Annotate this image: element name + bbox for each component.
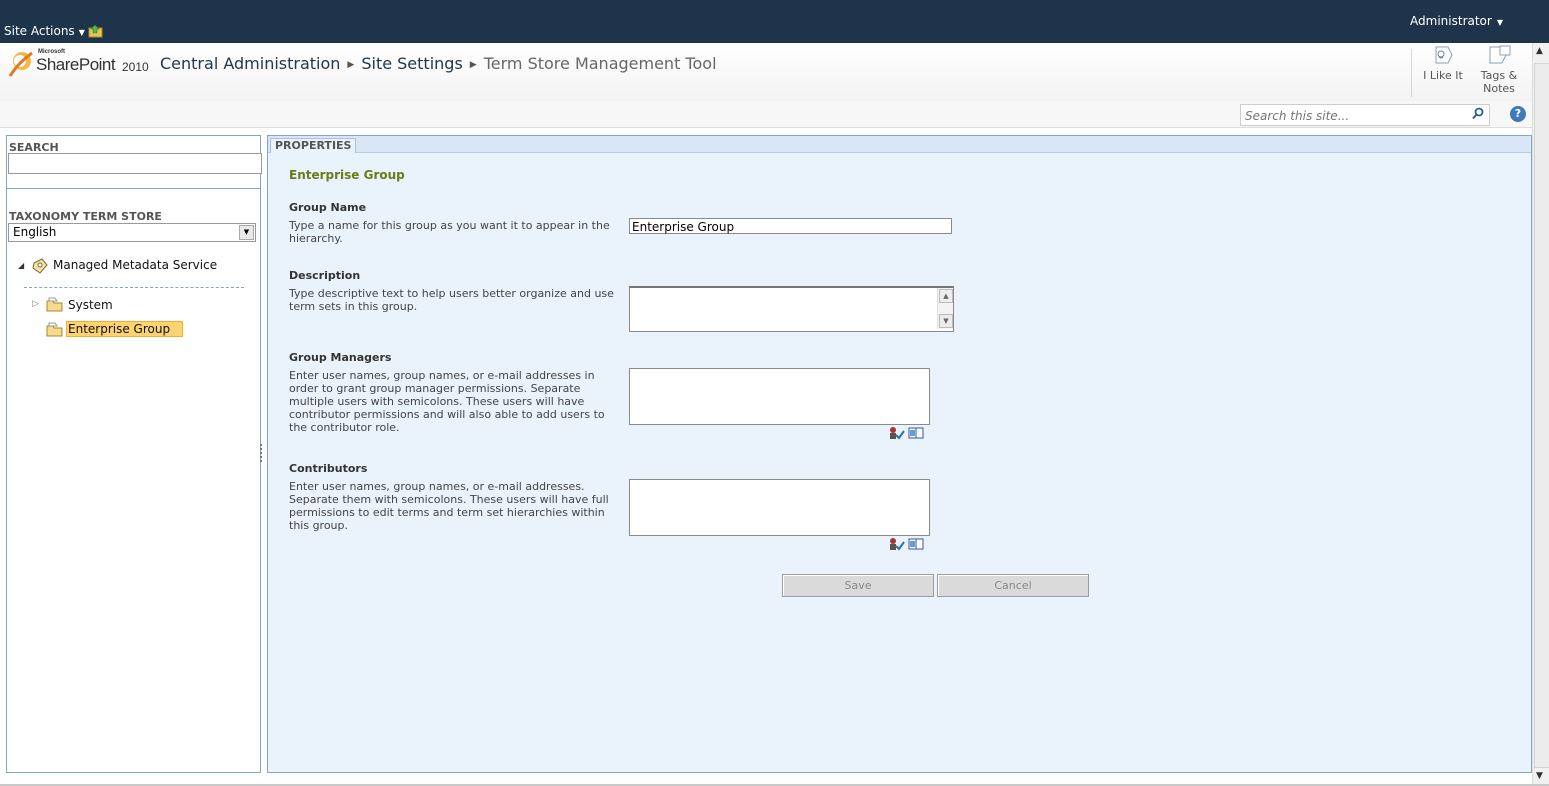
taxonomy-label: TAXONOMY TERM STORE bbox=[9, 210, 162, 223]
properties-panel: PROPERTIES Enterprise Group Group Name T… bbox=[267, 135, 1532, 773]
divider bbox=[7, 188, 260, 189]
logo-product: SharePoint bbox=[36, 55, 116, 74]
title-row: Microsoft SharePoint 2010 Central Admini… bbox=[0, 43, 1540, 102]
scroll-up-icon[interactable]: ▲ bbox=[1536, 46, 1543, 56]
search-icon[interactable] bbox=[1471, 107, 1485, 121]
search-row: ? bbox=[0, 101, 1540, 128]
managed-metadata-icon bbox=[32, 258, 48, 274]
chevron-down-icon[interactable]: ▼ bbox=[239, 225, 254, 240]
address-book-icon[interactable] bbox=[908, 538, 924, 550]
scrollbar-thumb[interactable] bbox=[1534, 63, 1549, 768]
logo-version: 2010 bbox=[122, 60, 149, 74]
breadcrumb-separator-icon: ▶ bbox=[469, 60, 477, 70]
like-tag-icon bbox=[1435, 46, 1453, 64]
tree-enterprise-group-label: Enterprise Group bbox=[66, 321, 184, 337]
address-book-icon[interactable] bbox=[908, 427, 924, 439]
check-names-icon[interactable] bbox=[888, 537, 905, 551]
tab-strip: PROPERTIES bbox=[268, 136, 1531, 153]
breadcrumb-current-page: Term Store Management Tool bbox=[483, 54, 717, 73]
page-scrollbar[interactable]: ▲ ▼ bbox=[1532, 43, 1549, 786]
group-managers-label: Group Managers bbox=[289, 351, 392, 364]
user-menu[interactable]: Administrator ▼ bbox=[1410, 14, 1503, 28]
tab-properties[interactable]: PROPERTIES bbox=[270, 138, 357, 153]
expand-arrow-icon[interactable]: ▷ bbox=[32, 299, 39, 309]
breadcrumb-separator-icon: ▶ bbox=[347, 60, 355, 70]
divider bbox=[1411, 49, 1412, 97]
description-help-text: Type descriptive text to help users bett… bbox=[289, 287, 614, 313]
description-label: Description bbox=[289, 269, 361, 282]
collapse-arrow-icon[interactable]: ◢ bbox=[18, 261, 24, 270]
group-managers-description: Enter user names, group names, or e-mail… bbox=[289, 369, 605, 434]
chevron-down-icon: ▼ bbox=[1496, 18, 1503, 27]
group-name-label: Group Name bbox=[289, 201, 367, 214]
group-title: Enterprise Group bbox=[289, 168, 405, 182]
scroll-down-icon[interactable]: ▼ bbox=[1536, 771, 1543, 781]
tree-divider bbox=[24, 287, 244, 288]
user-name: Administrator bbox=[1410, 14, 1492, 28]
contributors-description: Enter user names, group names, or e-mail… bbox=[289, 480, 609, 532]
tags-notes-button[interactable]: Tags & Notes bbox=[1471, 43, 1527, 99]
tree-system-label: System bbox=[68, 298, 113, 312]
language-select[interactable]: English ▼ bbox=[8, 223, 256, 242]
scroll-down-icon[interactable]: ▼ bbox=[939, 314, 953, 328]
panel-splitter-handle[interactable] bbox=[260, 444, 264, 462]
site-search-input[interactable] bbox=[1241, 107, 1465, 125]
tags-label-line2: Notes bbox=[1483, 82, 1515, 95]
group-name-description: Type a name for this group as you want i… bbox=[289, 219, 610, 245]
left-navigation-panel: SEARCH TAXONOMY TERM STORE English ▼ ◢ M… bbox=[6, 135, 262, 773]
contributors-label: Contributors bbox=[289, 462, 368, 475]
breadcrumb-site-settings[interactable]: Site Settings bbox=[361, 54, 462, 73]
tree-root-label: Managed Metadata Service bbox=[53, 258, 218, 272]
chevron-down-icon: ▼ bbox=[78, 28, 85, 37]
folder-tag-icon bbox=[46, 322, 63, 337]
term-search-input[interactable] bbox=[8, 153, 262, 174]
help-icon[interactable]: ? bbox=[1510, 106, 1526, 122]
tags-notes-icon bbox=[1489, 45, 1511, 64]
tags-label-line1: Tags & bbox=[1480, 69, 1518, 82]
scroll-up-icon[interactable]: ▲ bbox=[939, 289, 953, 303]
ribbon-bar: Site Actions ▼ Administrator ▼ bbox=[0, 0, 1549, 43]
site-search-box bbox=[1240, 104, 1490, 126]
i-like-it-label: I Like It bbox=[1423, 69, 1463, 82]
site-actions-menu[interactable]: Site Actions ▼ bbox=[4, 24, 85, 38]
contributors-picker-icons bbox=[888, 537, 928, 551]
description-textarea[interactable]: ▲ ▼ bbox=[629, 286, 954, 332]
language-value: English bbox=[13, 225, 57, 239]
contributors-input[interactable] bbox=[629, 479, 930, 536]
breadcrumb: Central Administration ▶ Site Settings ▶ Ter… bbox=[160, 54, 717, 73]
check-names-icon[interactable] bbox=[888, 426, 905, 440]
navigate-up-icon[interactable] bbox=[88, 24, 104, 38]
i-like-it-button[interactable]: I Like It bbox=[1415, 43, 1471, 99]
cancel-button[interactable]: Cancel bbox=[937, 574, 1089, 597]
site-actions-label: Site Actions bbox=[4, 24, 75, 38]
save-button[interactable]: Save bbox=[782, 574, 934, 597]
textarea-scrollbar[interactable]: ▲ ▼ bbox=[937, 288, 953, 329]
group-managers-picker-icons bbox=[888, 426, 928, 440]
group-name-input[interactable]: Enterprise Group bbox=[629, 218, 952, 234]
sharepoint-logo[interactable]: Microsoft SharePoint 2010 bbox=[8, 47, 156, 81]
folder-tag-icon bbox=[46, 297, 63, 312]
group-managers-input[interactable] bbox=[629, 368, 930, 425]
breadcrumb-central-administration[interactable]: Central Administration bbox=[160, 54, 340, 73]
sharepoint-logo-icon bbox=[8, 51, 33, 77]
